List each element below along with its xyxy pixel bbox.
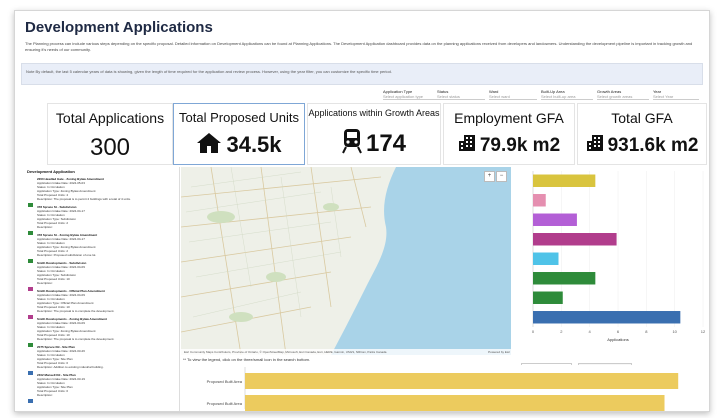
bar[interactable] <box>533 174 596 187</box>
office-building-icon <box>586 134 604 158</box>
card-title: Employment GFA <box>454 110 564 126</box>
card-value: 34.5k <box>226 132 282 157</box>
list-item[interactable]: 2075 Spruce Rd - Site Plan Application I… <box>25 345 179 375</box>
item-description: Description: Addition to existing indust… <box>37 365 104 369</box>
filter-status[interactable]: Status Select status <box>437 89 485 100</box>
card-title: Total GFA <box>611 110 673 126</box>
card-total-proposed-units[interactable]: Total Proposed Units 34.5k <box>173 103 305 165</box>
item-description: Description: The proposal is to complete… <box>37 337 115 341</box>
category-label: Proposed Built Area <box>207 401 243 406</box>
card-value: 931.6k m2 <box>607 135 699 157</box>
x-tick-label: 6 <box>617 329 620 334</box>
filter-built-up-area[interactable]: Built-Up Area Select built-up area <box>541 89 593 100</box>
legend-note: ** To view the legend, click on the thre… <box>183 357 311 362</box>
office-building-icon <box>458 134 476 158</box>
proposed-built-area-chart: Proposed Built Area Proposed Built Area <box>181 365 705 411</box>
item-description: Description: The proposal is to complete… <box>37 309 115 313</box>
list-item[interactable]: Smith Developments - Subdivision Applica… <box>25 261 179 291</box>
bar[interactable] <box>533 233 617 246</box>
category-label: Proposed Built Area <box>207 379 243 384</box>
x-tick-label: 12 <box>701 329 705 334</box>
item-description: Description: <box>37 225 53 229</box>
list-item[interactable]: 378 Spruce St - Subdivision Application … <box>25 205 179 235</box>
x-tick-label: 4 <box>589 329 592 334</box>
bar[interactable] <box>245 395 665 411</box>
x-tick-label: 8 <box>645 329 648 334</box>
bar[interactable] <box>245 373 679 389</box>
list-item[interactable]: 2402 Mansell Rd - Site Plan Application … <box>25 373 179 403</box>
filter-placeholder: Select application type <box>383 94 443 100</box>
page-title: Development Applications <box>25 19 213 36</box>
filter-placeholder: Select growth areas <box>597 94 649 100</box>
house-icon <box>196 132 222 160</box>
bar-chart-svg: 0 2 4 6 8 10 12 Applications <box>532 171 706 342</box>
filter-year[interactable]: Year Select Year <box>653 89 699 100</box>
map-attribution-text: Esri Community Maps Contributors, Provin… <box>184 350 387 354</box>
bar[interactable] <box>533 213 577 226</box>
zoom-in-button[interactable]: + <box>484 171 495 182</box>
filter-placeholder: Select Year <box>653 94 699 100</box>
card-title: Total Proposed Units <box>179 110 299 125</box>
map-attribution: Esri Community Maps Contributors, Provin… <box>181 349 511 355</box>
bottom-chart-svg: Proposed Built Area Proposed Built Area <box>207 367 679 411</box>
bar[interactable] <box>533 291 563 304</box>
card-title: Applications within Growth Areas <box>308 108 440 118</box>
zoom-out-button[interactable]: − <box>496 171 507 182</box>
card-growth-areas: Applications within Growth Areas 174 <box>307 103 441 165</box>
intro-text: The Planning process can include various… <box>25 41 693 52</box>
x-tick-label: 10 <box>672 329 677 334</box>
item-description: Description: Proposed subdivision of one… <box>37 253 97 257</box>
item-description: Description: <box>37 393 53 397</box>
x-tick-label: 2 <box>560 329 563 334</box>
filter-placeholder: Select built-up area <box>541 94 593 100</box>
bar[interactable] <box>533 252 559 265</box>
note-text: Note By default, the last 5 calendar yea… <box>26 69 392 74</box>
filter-placeholder: Select status <box>437 94 485 100</box>
card-value: 79.9k m2 <box>479 135 561 157</box>
x-axis-label: Applications <box>607 337 629 342</box>
note-panel: Note By default, the last 5 calendar yea… <box>21 63 703 85</box>
card-employment-gfa: Employment GFA 79.9k m2 <box>443 103 575 165</box>
flag-icon <box>28 399 33 403</box>
list-item[interactable]: Smith Developments - Zoning Bylaw Amendm… <box>25 317 179 347</box>
item-description: Description: The proposal is to permit 2… <box>37 197 131 201</box>
item-description: Description: <box>37 281 53 285</box>
card-title: Total Applications <box>55 110 165 126</box>
list-item[interactable]: 378 Spruce St - Zoning Bylaw Amendment A… <box>25 233 179 263</box>
filter-placeholder: Select ward <box>489 94 537 100</box>
card-total-gfa: Total GFA 931.6k m2 <box>577 103 707 165</box>
filter-application-type[interactable]: Application Type Select application type <box>383 89 443 100</box>
map-canvas[interactable] <box>181 167 511 355</box>
card-total-applications: Total Applications 300 <box>47 103 173 165</box>
list-header: Development Application <box>27 169 75 174</box>
bar[interactable] <box>533 311 681 324</box>
list-item[interactable]: 2200 Headlad Gate - Zoning Bylaw Amendme… <box>25 177 179 207</box>
card-value: 174 <box>365 129 407 157</box>
train-icon <box>342 128 362 161</box>
powered-by-esri: Powered by Esri <box>488 350 510 354</box>
filter-ward[interactable]: Ward Select ward <box>489 89 537 100</box>
list-item[interactable]: Smith Developments - Official Plan Amend… <box>25 289 179 319</box>
x-tick-label: 0 <box>532 329 535 334</box>
applications-bar-chart: 0 2 4 6 8 10 12 Applications <box>519 167 706 355</box>
dashboard-window: Development Applications The Planning pr… <box>14 10 710 412</box>
map-view[interactable]: + − Esri Community Maps Contributors, Pr… <box>181 167 511 355</box>
bar[interactable] <box>533 272 596 285</box>
bar[interactable] <box>533 194 546 207</box>
card-value: 300 <box>89 134 131 161</box>
application-list[interactable]: Development Application 2200 Headlad Gat… <box>25 167 180 411</box>
filter-growth-areas[interactable]: Growth Areas Select growth areas <box>597 89 649 100</box>
